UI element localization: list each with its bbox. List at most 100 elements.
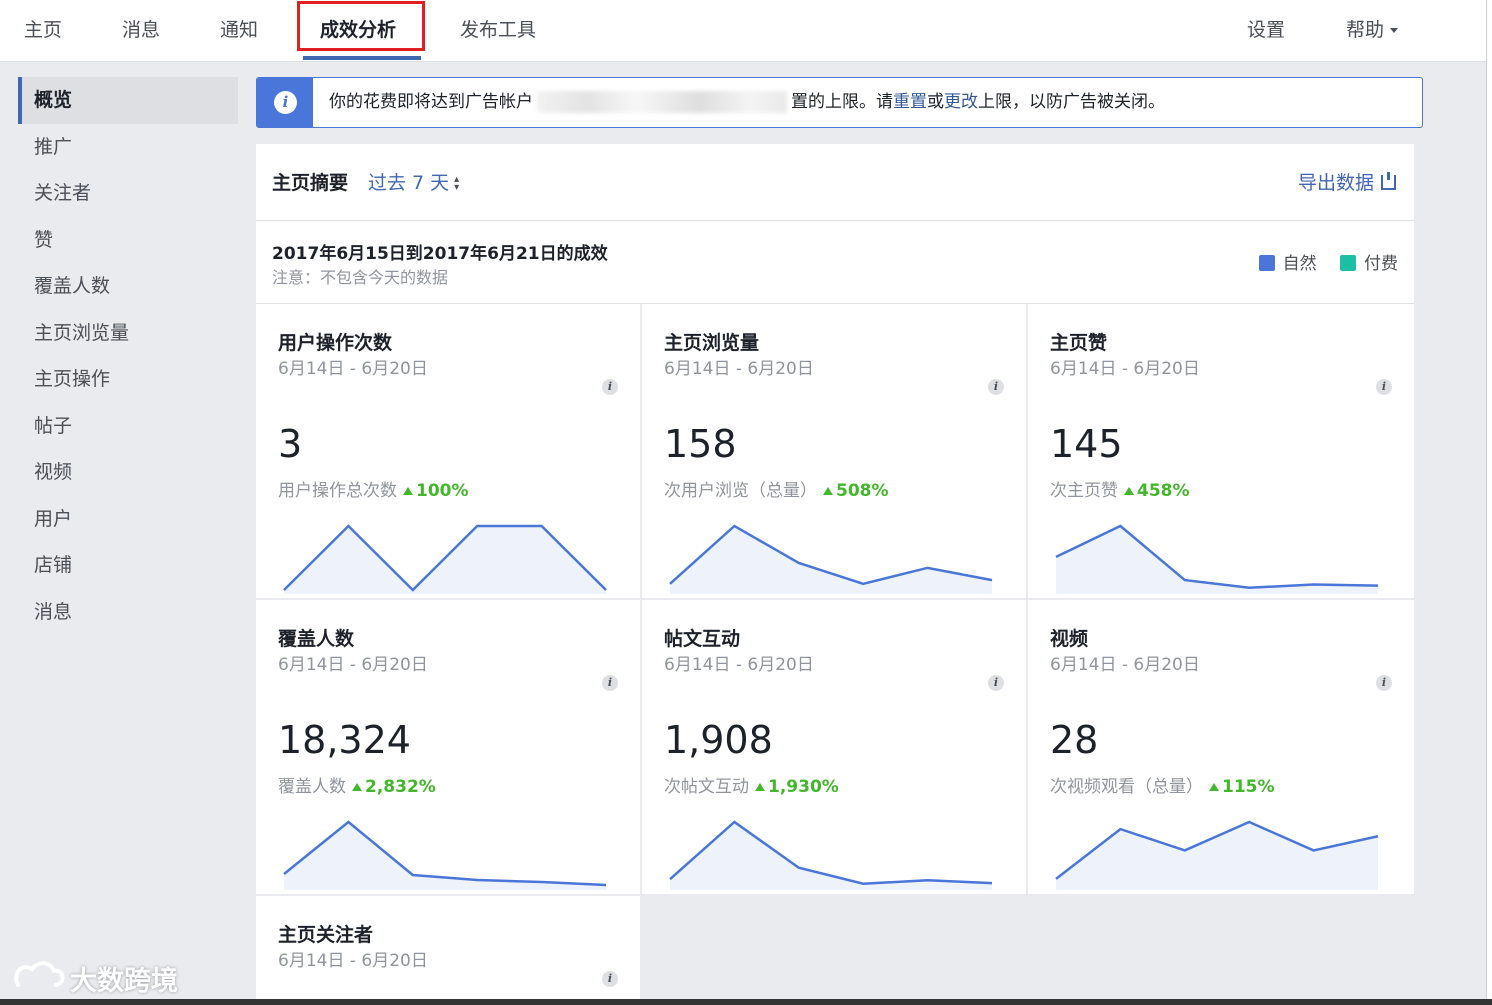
tab-notifications[interactable]: 通知 xyxy=(220,0,258,60)
download-icon xyxy=(1381,172,1396,190)
sidebar: 概览 推广 关注者 赞 覆盖人数 主页浏览量 主页操作 帖子 视频 用户 店铺 … xyxy=(18,77,238,635)
card-date-range: 6月14日 - 6月20日 xyxy=(664,359,814,379)
card-value: 18,324 xyxy=(278,718,411,762)
metric-card[interactable]: 帖文互动 6月14日 - 6月20日 i 1,908 次帖文互动 1,930% xyxy=(642,600,1026,894)
sidebar-item-people[interactable]: 用户 xyxy=(18,496,238,543)
tab-messages[interactable]: 消息 xyxy=(122,0,160,60)
sidebar-item-page-actions[interactable]: 主页操作 xyxy=(18,356,238,403)
chevron-down-icon xyxy=(1390,28,1399,33)
sparkline-chart xyxy=(669,524,993,594)
card-value: 145 xyxy=(1050,422,1123,466)
legend-label-paid: 付费 xyxy=(1364,254,1398,274)
card-value: 158 xyxy=(664,422,737,466)
sidebar-item-reach[interactable]: 覆盖人数 xyxy=(18,263,238,310)
sidebar-item-posts[interactable]: 帖子 xyxy=(18,403,238,450)
export-data-button[interactable]: 导出数据 xyxy=(1298,168,1396,195)
card-change-value: 2,832% xyxy=(365,777,436,797)
card-date-range: 6月14日 - 6月20日 xyxy=(278,655,428,675)
metric-card[interactable]: 视频 6月14日 - 6月20日 i 28 次视频观看（总量） 115% xyxy=(1028,600,1414,894)
tab-home[interactable]: 主页 xyxy=(24,0,62,60)
watermark-logo-icon xyxy=(14,961,65,987)
up-arrow-icon xyxy=(755,783,765,791)
sidebar-item-promotions[interactable]: 推广 xyxy=(18,124,238,171)
up-arrow-icon xyxy=(823,487,833,495)
card-title: 主页关注者 xyxy=(278,924,374,946)
help-menu[interactable]: 帮助 xyxy=(1346,0,1399,60)
metric-card[interactable]: 主页浏览量 6月14日 - 6月20日 i 158 次用户浏览（总量） 508% xyxy=(642,304,1026,598)
watermark-text: 大数跨境 xyxy=(70,966,178,997)
banner-text-before: 你的花费即将达到广告帐户 xyxy=(329,92,533,112)
info-icon[interactable]: i xyxy=(602,971,618,987)
sparkline-chart xyxy=(283,524,607,594)
card-metric-label: 次视频观看（总量） xyxy=(1050,777,1203,797)
highlight-box xyxy=(297,1,425,51)
info-icon[interactable]: i xyxy=(602,379,618,395)
period-dropdown[interactable]: 过去 7 天 ▴ ▾ xyxy=(368,168,459,195)
card-date-range: 6月14日 - 6月20日 xyxy=(278,359,428,379)
change-limit-link[interactable]: 更改 xyxy=(944,92,978,112)
metric-card[interactable]: 主页关注者 6月14日 - 6月20日 i xyxy=(256,896,640,1005)
date-range-row: 2017年6月15日到2017年6月21日的成效 注意：不包含今天的数据 自然 … xyxy=(256,221,1414,304)
legend-swatch-organic xyxy=(1258,255,1275,271)
tab-publishing-tools[interactable]: 发布工具 xyxy=(460,0,536,60)
sidebar-item-messages[interactable]: 消息 xyxy=(18,589,238,636)
sidebar-item-videos[interactable]: 视频 xyxy=(18,449,238,496)
sparkline-chart xyxy=(283,820,607,890)
card-title: 主页浏览量 xyxy=(664,332,760,354)
info-icon[interactable]: i xyxy=(988,675,1004,691)
card-change: 1,930% xyxy=(755,777,839,797)
up-arrow-icon xyxy=(352,783,362,791)
sidebar-item-likes[interactable]: 赞 xyxy=(18,217,238,264)
card-change-value: 508% xyxy=(836,481,889,501)
card-metric-label: 用户操作总次数 xyxy=(278,481,397,501)
card-subtitle: 次视频观看（总量） 115% xyxy=(1050,772,1275,797)
tab-settings[interactable]: 设置 xyxy=(1247,0,1285,60)
metric-card[interactable]: 用户操作次数 6月14日 - 6月20日 i 3 用户操作总次数 100% xyxy=(256,304,640,598)
legend: 自然 付费 xyxy=(1258,249,1398,274)
sparkline-area xyxy=(670,526,992,594)
banner-text-end: 上限，以防广告被关闭。 xyxy=(978,92,1165,112)
active-tab-underline xyxy=(303,56,421,60)
date-range-title: 2017年6月15日到2017年6月21日的成效 xyxy=(272,244,608,264)
up-arrow-icon xyxy=(1124,487,1134,495)
banner-text-after: 置的上限。请 xyxy=(791,92,893,112)
page-summary-panel: 主页摘要 过去 7 天 ▴ ▾ 导出数据 2017年6月15日到2017年6月21日… xyxy=(256,144,1414,304)
card-subtitle: 次主页赞 458% xyxy=(1050,476,1190,501)
card-title: 主页赞 xyxy=(1050,332,1108,354)
metric-card[interactable]: 主页赞 6月14日 - 6月20日 i 145 次主页赞 458% xyxy=(1028,304,1414,598)
export-label: 导出数据 xyxy=(1297,172,1374,194)
info-icon: i xyxy=(274,91,297,114)
sparkline-chart xyxy=(1055,524,1379,594)
info-icon[interactable]: i xyxy=(602,675,618,691)
card-change: 2,832% xyxy=(352,777,436,797)
info-banner: i 你的花费即将达到广告帐户 置的上限。请重置或更改上限，以防广告被关闭。 xyxy=(256,77,1423,128)
legend-organic: 自然 xyxy=(1258,254,1317,274)
card-date-range: 6月14日 - 6月20日 xyxy=(278,951,428,971)
info-icon[interactable]: i xyxy=(1376,675,1392,691)
watermark: 大数跨境 xyxy=(10,955,178,997)
info-icon[interactable]: i xyxy=(988,379,1004,395)
redacted-account-name xyxy=(537,91,787,113)
card-change-value: 115% xyxy=(1222,777,1275,797)
card-change: 100% xyxy=(403,481,469,501)
sidebar-item-followers[interactable]: 关注者 xyxy=(18,170,238,217)
sidebar-item-shop[interactable]: 店铺 xyxy=(18,542,238,589)
card-value: 1,908 xyxy=(664,718,773,762)
card-date-range: 6月14日 - 6月20日 xyxy=(664,655,814,675)
card-subtitle: 次用户浏览（总量） 508% xyxy=(664,476,889,501)
card-change-value: 1,930% xyxy=(768,777,839,797)
metric-card[interactable]: 覆盖人数 6月14日 - 6月20日 i 18,324 覆盖人数 2,832% xyxy=(256,600,640,894)
card-change-value: 100% xyxy=(416,481,469,501)
card-change: 115% xyxy=(1209,777,1275,797)
bottom-edge xyxy=(0,999,1492,1005)
scrollbar[interactable] xyxy=(1486,0,1492,1005)
sidebar-item-overview[interactable]: 概览 xyxy=(18,77,238,124)
card-change: 508% xyxy=(823,481,889,501)
info-icon[interactable]: i xyxy=(1376,379,1392,395)
reset-limit-link[interactable]: 重置 xyxy=(893,92,927,112)
card-subtitle: 用户操作总次数 100% xyxy=(278,476,469,501)
sidebar-item-page-views[interactable]: 主页浏览量 xyxy=(18,310,238,357)
card-title: 帖文互动 xyxy=(664,628,741,650)
card-change: 458% xyxy=(1124,481,1190,501)
summary-header: 主页摘要 过去 7 天 ▴ ▾ 导出数据 xyxy=(256,144,1414,221)
